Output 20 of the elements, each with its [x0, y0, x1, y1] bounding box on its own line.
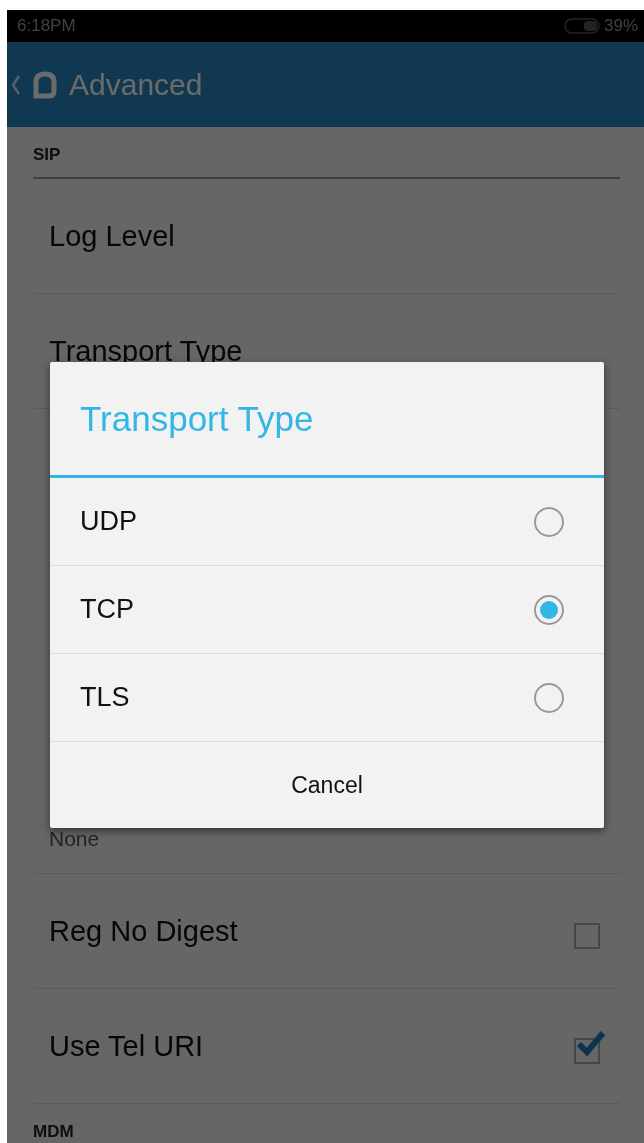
setting-title[interactable]: Reg No Digest [49, 914, 238, 948]
option-label[interactable]: UDP [80, 506, 137, 537]
section-header: MDM [33, 1104, 620, 1143]
battery-icon [563, 18, 600, 34]
checkbox[interactable] [574, 1028, 608, 1064]
section-header: SIP [33, 127, 620, 179]
option-label[interactable]: TLS [80, 682, 130, 713]
radio-button[interactable] [534, 506, 564, 537]
app-icon [31, 69, 59, 100]
radio-button[interactable] [534, 594, 564, 625]
setting-title[interactable]: Log Level [49, 219, 175, 253]
header-title: Advanced [69, 67, 203, 102]
setting-summary: None [49, 827, 100, 851]
dialog-title: Transport Type [50, 362, 604, 478]
status-time: 6:18PM [17, 16, 76, 36]
option-label[interactable]: TCP [80, 594, 134, 625]
cancel-button[interactable]: Cancel [50, 742, 604, 828]
setting-title[interactable]: Use Tel URI [49, 1029, 204, 1063]
radio-button[interactable] [534, 682, 564, 713]
battery-level: 39% [603, 16, 638, 36]
